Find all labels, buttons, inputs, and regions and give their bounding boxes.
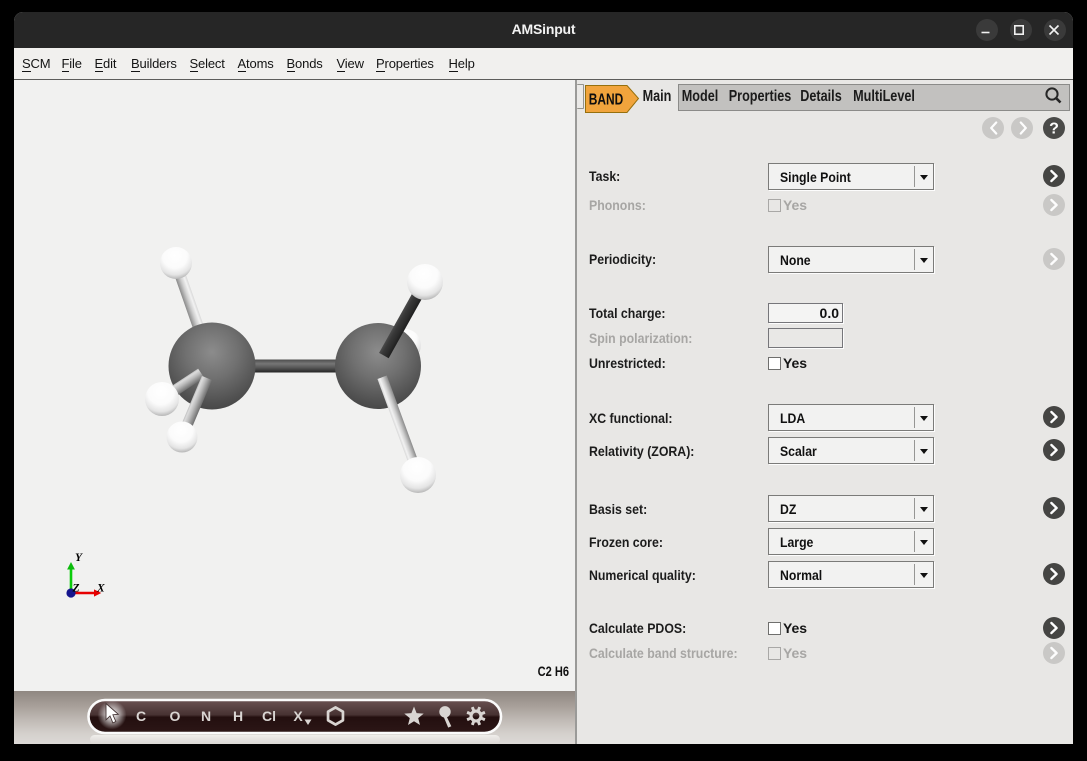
svg-text:X: X <box>293 708 303 724</box>
svg-text:O: O <box>170 708 181 724</box>
svg-text:N: N <box>201 708 211 724</box>
svg-text:C: C <box>136 708 146 724</box>
svg-text:?: ? <box>1049 121 1059 138</box>
svg-text:Y: Y <box>75 552 83 564</box>
svg-text:X: X <box>96 583 105 595</box>
svg-text:Cl: Cl <box>262 708 276 724</box>
svg-text:BAND: BAND <box>589 92 624 109</box>
svg-text:H: H <box>233 708 243 724</box>
svg-text:Z: Z <box>72 583 80 595</box>
